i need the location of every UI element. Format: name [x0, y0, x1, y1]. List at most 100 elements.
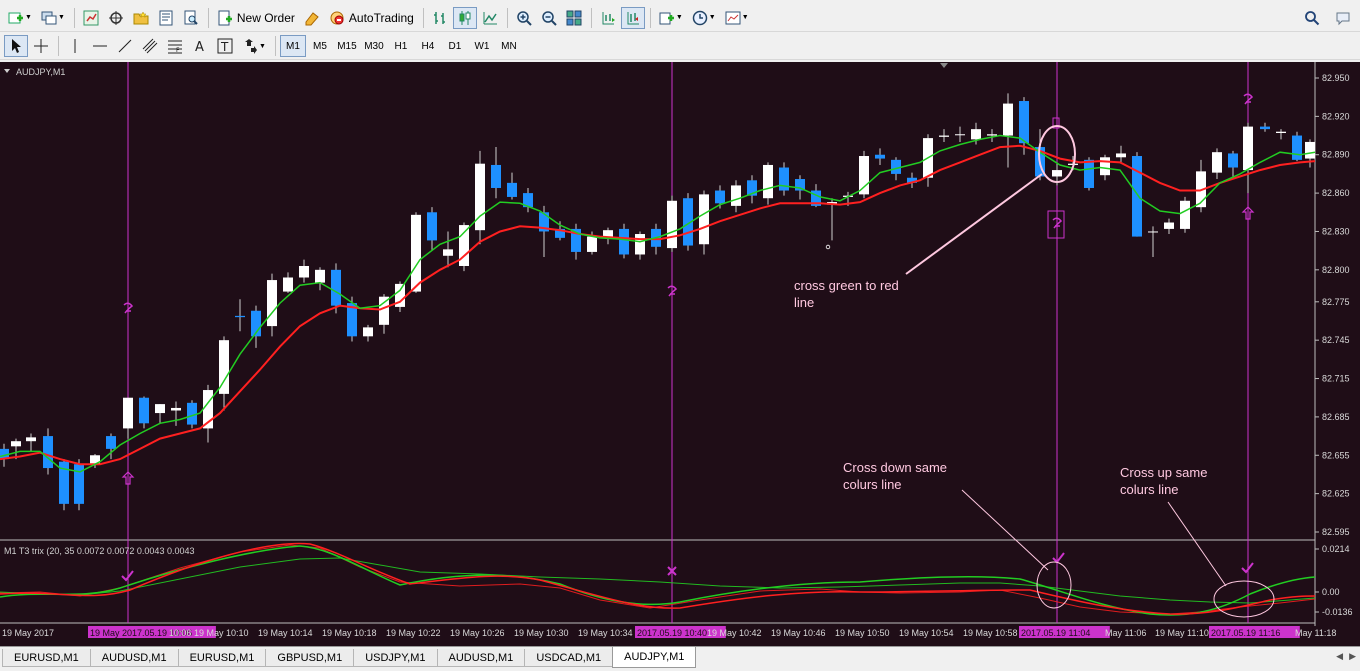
- time-label: 19 May 10:18: [322, 628, 377, 638]
- crosshair-tool-button[interactable]: [29, 35, 53, 57]
- toolbar-separator: [649, 7, 651, 28]
- profiles-icon: [41, 11, 57, 24]
- price-chart[interactable]: cross green to red line Cross down same col…: [0, 62, 1360, 646]
- indicators-button[interactable]: ▼: [655, 7, 687, 29]
- timeframe-m1-button[interactable]: M1: [279, 35, 306, 57]
- price-tick-label: 82.655: [1322, 450, 1350, 460]
- chevron-down-icon: ▼: [259, 42, 266, 50]
- fibonacci-button[interactable]: F: [163, 35, 187, 57]
- timeframe-h4-button[interactable]: H4: [415, 35, 441, 57]
- chart-tab[interactable]: AUDJPY,M1: [612, 647, 697, 668]
- price-tick-label: 82.595: [1322, 527, 1350, 537]
- bull-candle: [699, 194, 709, 245]
- trendline-button[interactable]: [113, 35, 137, 57]
- crosshair-icon: [34, 39, 48, 53]
- time-label: 19 May 10:42: [707, 628, 762, 638]
- chart-tab[interactable]: EURUSD,M1: [177, 649, 267, 667]
- navigator-button[interactable]: [129, 7, 153, 29]
- arrows-icon: [245, 39, 257, 54]
- zoom-in-button[interactable]: [512, 7, 536, 29]
- bar-chart-button[interactable]: [428, 7, 452, 29]
- bear-candle: [106, 436, 116, 449]
- vertical-line-button[interactable]: [63, 35, 87, 57]
- time-label: 2017.05.19 11:04: [1021, 628, 1090, 638]
- timeframe-d1-button[interactable]: D1: [442, 35, 468, 57]
- trix-fast-line: [0, 545, 1316, 616]
- line-chart-button[interactable]: [478, 7, 502, 29]
- strategy-tester-button[interactable]: [179, 7, 203, 29]
- bull-candle: [1164, 222, 1174, 229]
- cursor-tool-button[interactable]: [4, 35, 28, 57]
- timeframe-mn-button[interactable]: MN: [496, 35, 522, 57]
- bull-candle: [1180, 200, 1190, 229]
- market-watch-button[interactable]: [79, 7, 103, 29]
- chat-button[interactable]: [1331, 7, 1355, 29]
- shift-marker-icon: [940, 63, 948, 68]
- text-tool-button[interactable]: A: [188, 35, 212, 57]
- chart-window[interactable]: cross green to red line Cross down same col…: [0, 62, 1360, 646]
- time-label: 19 May 10:54: [899, 628, 954, 638]
- scroll-right-icon[interactable]: ▶: [1349, 651, 1356, 662]
- text-label-button[interactable]: T: [213, 35, 237, 57]
- timeframe-h1-button[interactable]: H1: [388, 35, 414, 57]
- chevron-down-icon: ▼: [57, 14, 65, 21]
- clock-icon: [692, 10, 708, 25]
- metaeditor-button[interactable]: [300, 7, 324, 29]
- horizontal-line-button[interactable]: [88, 35, 112, 57]
- candlestick-button[interactable]: [452, 6, 477, 29]
- zoom-in-icon: [517, 10, 532, 26]
- tile-windows-button[interactable]: [562, 7, 586, 29]
- periods-button[interactable]: ▼: [688, 7, 720, 29]
- svg-text:T: T: [220, 40, 229, 54]
- time-label: 19 May 10:26: [450, 628, 505, 638]
- bear-candle: [1228, 153, 1238, 168]
- text-icon: A: [195, 40, 204, 54]
- autoscroll-button[interactable]: [620, 6, 645, 29]
- timeframe-m5-button[interactable]: M5: [307, 35, 333, 57]
- arrows-button[interactable]: ▼: [238, 35, 270, 57]
- toolbar-separator: [422, 7, 424, 28]
- check-icon: [1052, 552, 1065, 564]
- timeframe-m30-button[interactable]: M30: [361, 35, 387, 57]
- autotrading-button[interactable]: AutoTrading: [325, 7, 418, 29]
- indicator-tick-label: 0.0214: [1322, 544, 1350, 554]
- price-tick-label: 82.775: [1322, 297, 1350, 307]
- chart-tab[interactable]: USDCAD,M1: [524, 649, 614, 667]
- channel-button[interactable]: [138, 35, 162, 57]
- time-label: 19 May 10:14: [258, 628, 313, 638]
- time-label: 19 May 10:50: [835, 628, 890, 638]
- candlestick-icon: [459, 10, 471, 25]
- bull-candle: [411, 214, 421, 292]
- timeframe-m15-button[interactable]: M15: [334, 35, 360, 57]
- chart-tab-bar: EURUSD,M1 AUDUSD,M1 EURUSD,M1 GBPUSD,M1 USDJ…: [0, 646, 1360, 671]
- time-label: 19 May 10:30: [514, 628, 569, 638]
- time-label: 19 May 10:46: [771, 628, 826, 638]
- chart-tab[interactable]: AUDUSD,M1: [89, 649, 179, 667]
- bull-candle: [1243, 126, 1253, 171]
- profiles-button[interactable]: ▼: [37, 7, 69, 29]
- new-order-label: New Order: [236, 10, 295, 25]
- chart-tab[interactable]: GBPUSD,M1: [265, 649, 355, 667]
- autoscroll-icon: [627, 11, 639, 24]
- timeframe-w1-button[interactable]: W1: [469, 35, 495, 57]
- time-label: 19 May 10:34: [578, 628, 633, 638]
- new-order-button[interactable]: New Order: [213, 7, 299, 29]
- bull-candle: [971, 129, 981, 140]
- chart-shift-button[interactable]: [596, 7, 620, 29]
- data-window-button[interactable]: [104, 7, 128, 29]
- chart-tab[interactable]: EURUSD,M1: [2, 649, 91, 667]
- zoom-out-button[interactable]: [537, 7, 561, 29]
- cursor-icon: [12, 39, 21, 53]
- terminal-button[interactable]: [154, 7, 178, 29]
- channel-icon: [142, 38, 158, 54]
- search-button[interactable]: [1300, 7, 1324, 29]
- new-order-icon: [218, 10, 232, 25]
- bull-candle: [1276, 131, 1286, 133]
- templates-button[interactable]: ▼: [721, 7, 753, 29]
- chart-tab[interactable]: USDJPY,M1: [353, 649, 438, 667]
- scroll-left-icon[interactable]: ◀: [1336, 651, 1343, 662]
- trendline-icon: [118, 39, 132, 53]
- new-chart-button[interactable]: ▼: [4, 7, 36, 29]
- chart-tab[interactable]: AUDUSD,M1: [436, 649, 526, 667]
- bull-candle: [731, 185, 741, 206]
